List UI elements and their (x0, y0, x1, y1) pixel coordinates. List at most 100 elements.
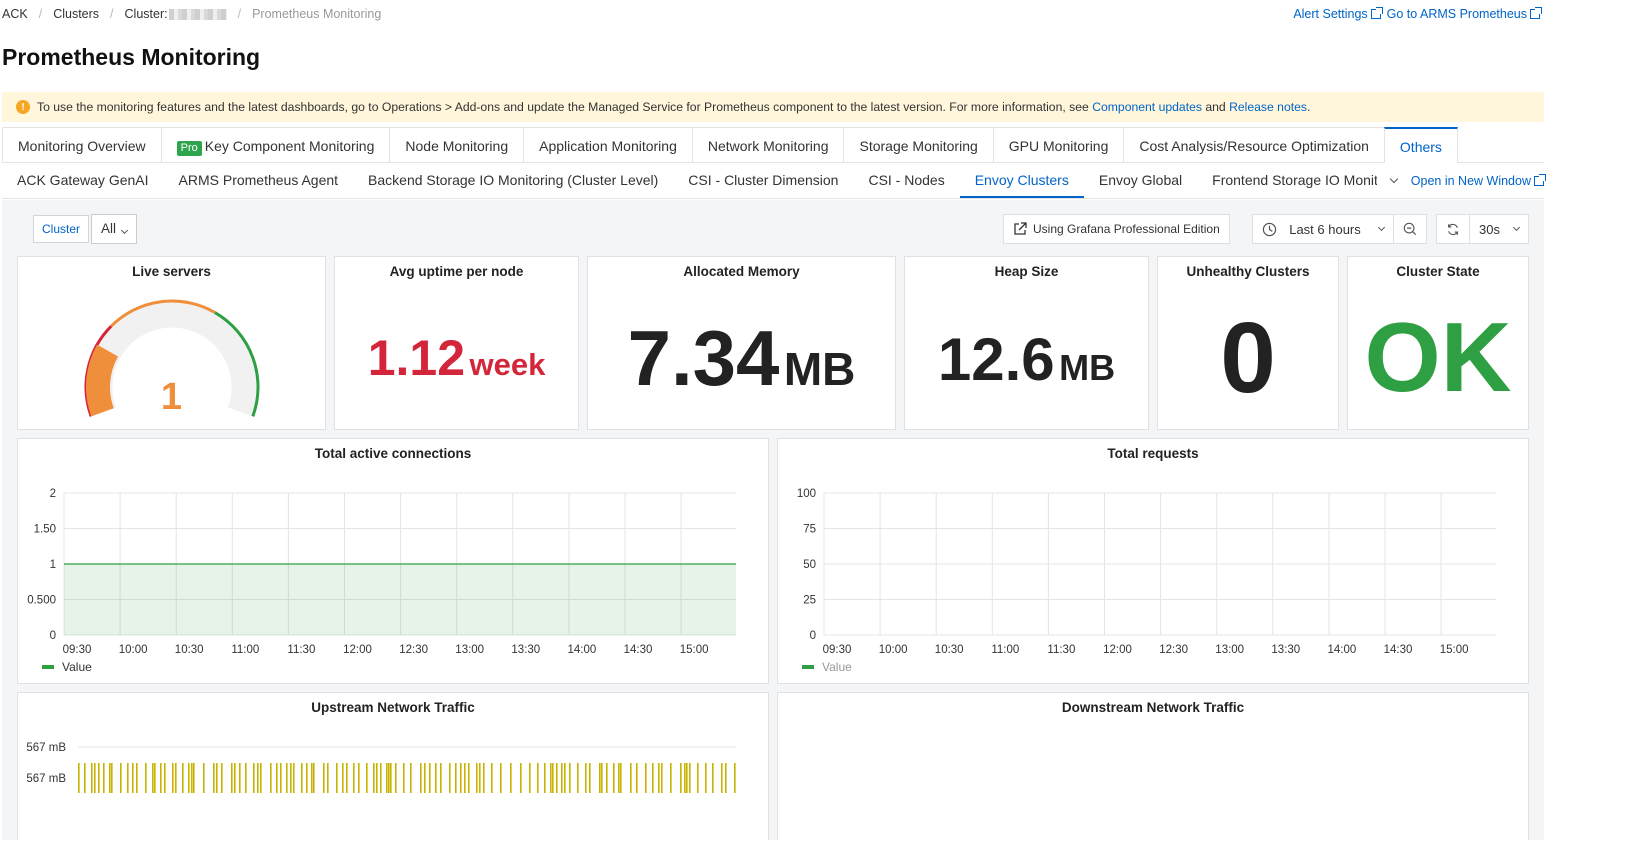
traffic-bar (585, 763, 587, 793)
subtab-envoy-clusters[interactable]: Envoy Clusters (959, 163, 1084, 198)
traffic-bar (601, 763, 603, 793)
open-new-window-link[interactable]: Open in New Window (1411, 173, 1546, 188)
traffic-bar (460, 763, 462, 793)
traffic-bar (544, 763, 546, 793)
tab-network-monitoring[interactable]: Network Monitoring (691, 127, 844, 163)
live-servers-value: 1 (160, 376, 183, 418)
zoom-out-button[interactable] (1393, 214, 1427, 244)
traffic-bar (313, 763, 315, 793)
release-notes-link[interactable]: Release notes (1229, 100, 1307, 114)
breadcrumb-separator: / (38, 7, 43, 21)
traffic-bar (136, 763, 138, 793)
redacted-cluster-name (168, 9, 227, 21)
go-to-arms-link[interactable]: Go to ARMS Prometheus (1387, 7, 1542, 21)
subtab-csi-cluster-dimension[interactable]: CSI - Cluster Dimension (673, 163, 853, 198)
grafana-edition-button[interactable]: Using Grafana Professional Edition (1003, 214, 1230, 244)
subtab-arms-prometheus-agent[interactable]: ARMS Prometheus Agent (164, 163, 354, 198)
traffic-bar (353, 763, 355, 793)
panel-heap-size: Heap Size 12.6 MB (904, 256, 1149, 430)
traffic-bar (686, 763, 688, 793)
traffic-bar (336, 763, 338, 793)
chevron-down-icon (120, 226, 129, 235)
component-updates-link[interactable]: Component updates (1092, 100, 1202, 114)
tab-application-monitoring[interactable]: Application Monitoring (523, 127, 692, 163)
traffic-bar (599, 763, 601, 793)
tab-key-component-monitoring[interactable]: Pro Key Component Monitoring (160, 127, 390, 163)
chart-legend[interactable]: Value (802, 660, 852, 674)
breadcrumb-ack[interactable]: ACK (2, 7, 28, 21)
traffic-bar (661, 763, 663, 793)
upstream-traffic-chart: 567 mB 567 mB (26, 742, 736, 793)
x-tick-label: 12:30 (1159, 644, 1188, 656)
tab-storage-monitoring[interactable]: Storage Monitoring (843, 127, 993, 163)
external-link-icon (1370, 7, 1383, 19)
traffic-bar (245, 763, 247, 793)
panel-total-requests: Total requests 0 25 50 75 100 09:30 10:00 10:30… (777, 438, 1529, 684)
panel-upstream-network-traffic: Upstream Network Traffic 567 mB 567 mB (17, 692, 769, 840)
traffic-bar (510, 763, 512, 793)
panel-downstream-network-traffic: Downstream Network Traffic (777, 692, 1529, 840)
traffic-bar (618, 763, 620, 793)
traffic-bar (358, 763, 360, 793)
tab-gpu-monitoring[interactable]: GPU Monitoring (992, 127, 1124, 163)
traffic-bar (342, 763, 344, 793)
tab-node-monitoring[interactable]: Node Monitoring (389, 127, 524, 163)
time-range-picker[interactable]: Last 6 hours (1252, 214, 1394, 244)
dashboard: Cluster All Using Grafana Professional E… (2, 200, 1544, 840)
x-tick-label: 15:00 (1440, 644, 1469, 656)
traffic-bar (455, 763, 457, 793)
traffic-bar (569, 763, 571, 793)
subtab-csi-nodes[interactable]: CSI - Nodes (853, 163, 959, 198)
x-tick-label: 14:00 (1328, 644, 1357, 656)
active-connections-chart: 0 0.500 1 1.50 2 09:30 10:00 10:30 11:00 11:30 12:… (27, 488, 736, 656)
refresh-interval-select[interactable]: 30s (1469, 214, 1529, 244)
heap-size-unit: MB (1059, 347, 1116, 388)
traffic-bar (234, 763, 236, 793)
traffic-bar (164, 763, 166, 793)
traffic-bar (78, 763, 80, 793)
subtab-actions: Open in New Window (1376, 163, 1546, 198)
traffic-bar (420, 763, 422, 793)
panel-title: Avg uptime per node (389, 264, 524, 279)
traffic-bar (103, 763, 105, 793)
traffic-bar (670, 763, 672, 793)
breadcrumb-cluster[interactable]: Cluster: (125, 7, 227, 21)
tab-label: Key Component Monitoring (204, 138, 375, 154)
y-tick-label: 0 (810, 630, 816, 642)
traffic-bar (98, 763, 100, 793)
refresh-button[interactable] (1436, 214, 1470, 244)
subtab-ack-gateway-genai[interactable]: ACK Gateway GenAI (2, 163, 164, 198)
tab-cost-analysis[interactable]: Cost Analysis/Resource Optimization (1123, 127, 1384, 163)
traffic-bar (552, 763, 554, 793)
panel-allocated-memory: Allocated Memory 7.34 MB (587, 256, 896, 430)
traffic-bar (658, 763, 660, 793)
tab-others[interactable]: Others (1383, 127, 1458, 164)
cluster-state-value: OK (1364, 302, 1512, 412)
chart-legend[interactable]: Value (42, 660, 92, 674)
chevron-down-icon[interactable] (1389, 174, 1399, 184)
breadcrumb-clusters[interactable]: Clusters (53, 7, 99, 21)
traffic-bar (564, 763, 566, 793)
time-range-label: Last 6 hours (1289, 221, 1361, 237)
x-tick-label: 13:30 (1271, 644, 1300, 656)
sub-tabs: ACK Gateway GenAI ARMS Prometheus Agent … (2, 163, 1546, 199)
legend-swatch (802, 665, 814, 669)
subtab-envoy-global[interactable]: Envoy Global (1084, 163, 1197, 198)
traffic-bar (424, 763, 426, 793)
traffic-bar (464, 763, 466, 793)
banner-text: To use the monitoring features and the l… (37, 100, 1089, 114)
traffic-bar (188, 763, 190, 793)
traffic-bar (689, 763, 691, 793)
alert-settings-link[interactable]: Alert Settings (1293, 7, 1383, 21)
tab-monitoring-overview[interactable]: Monitoring Overview (2, 127, 161, 163)
traffic-bar (203, 763, 205, 793)
breadcrumb: ACK / Clusters / Cluster: / Prometheus M… (2, 7, 381, 21)
traffic-bar (91, 763, 93, 793)
cluster-select[interactable]: All (91, 214, 138, 244)
traffic-bar (589, 763, 591, 793)
x-tick-label: 11:00 (991, 644, 1019, 656)
traffic-bar (388, 763, 390, 793)
subtab-backend-storage-io[interactable]: Backend Storage IO Monitoring (Cluster L… (353, 163, 673, 198)
y-tick-label: 2 (50, 488, 56, 500)
traffic-bar (152, 763, 154, 793)
